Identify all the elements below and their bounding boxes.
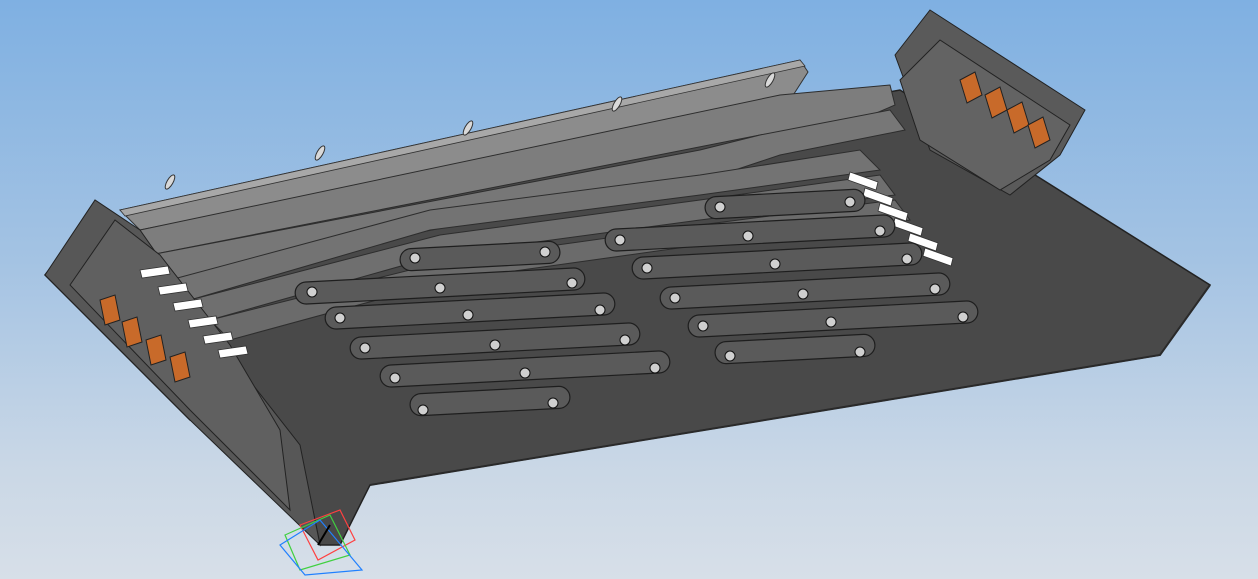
model-view[interactable] — [0, 0, 1258, 579]
cad-3d-viewport[interactable] — [0, 0, 1258, 579]
